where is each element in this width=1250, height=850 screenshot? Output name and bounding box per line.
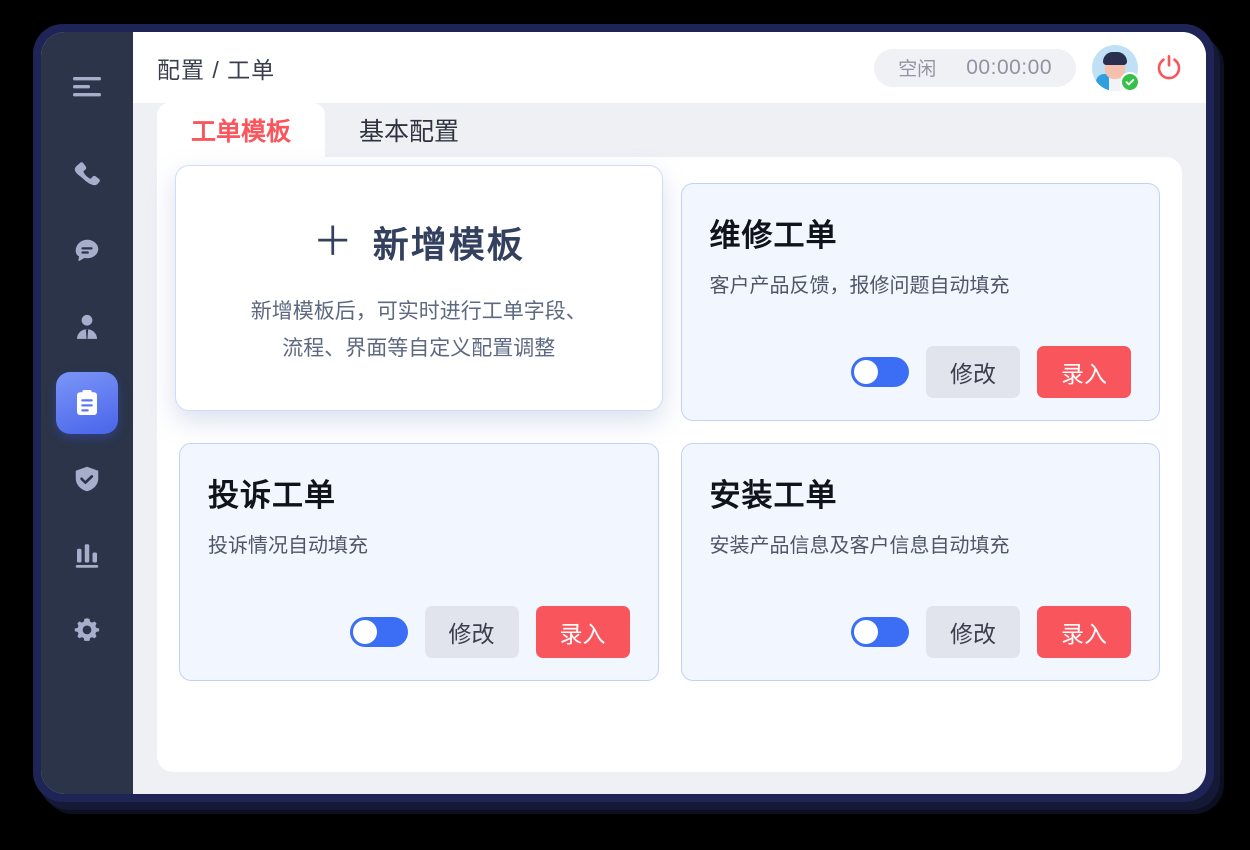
plus-icon: ＋: [312, 220, 355, 265]
content-panel: ＋ 新增模板 新增模板后，可实时进行工单字段、 流程、界面等自定义配置调整 维修…: [157, 157, 1182, 772]
chat-bubble-icon: [72, 236, 102, 266]
tab-ticket-template[interactable]: 工单模板: [157, 103, 326, 157]
sidebar-item-tickets[interactable]: [56, 372, 118, 434]
sidebar-item-reports[interactable]: [56, 524, 118, 586]
sidebar-item-quality[interactable]: [56, 448, 118, 510]
template-description: 客户产品反馈，报修问题自动填充: [709, 275, 1010, 297]
breadcrumb: 配置 / 工单: [157, 56, 276, 83]
template-card: 维修工单 客户产品反馈，报修问题自动填充 修改 录入: [680, 183, 1160, 421]
sidebar-item-calls[interactable]: [56, 144, 118, 206]
add-template-card[interactable]: ＋ 新增模板 新增模板后，可实时进行工单字段、 流程、界面等自定义配置调整: [175, 165, 663, 411]
template-description: 安装产品信息及客户信息自动填充: [709, 535, 1010, 557]
phone-icon: [72, 160, 102, 190]
sidebar-item-settings[interactable]: [56, 600, 118, 662]
app-body: 配置 / 工单 空闲 00:00:00 工单模板 基本配置 ＋ 新增模板 新增模…: [133, 32, 1206, 794]
template-card-grid: ＋ 新增模板 新增模板后，可实时进行工单字段、 流程、界面等自定义配置调整 维修…: [175, 165, 1160, 681]
status-label: 空闲: [898, 59, 937, 80]
power-icon[interactable]: [1154, 53, 1184, 83]
template-title: 维修工单: [709, 218, 838, 253]
status-timer: 00:00:00: [966, 55, 1052, 79]
template-card: 安装工单 安装产品信息及客户信息自动填充 修改 录入: [680, 443, 1160, 681]
enter-button[interactable]: 录入: [1037, 346, 1131, 398]
app-header: 配置 / 工单 空闲 00:00:00: [133, 32, 1206, 103]
template-enable-toggle[interactable]: [851, 357, 909, 387]
tab-basic-config[interactable]: 基本配置: [325, 103, 493, 157]
online-check-icon: [1120, 71, 1140, 92]
template-card: 投诉工单 投诉情况自动填充 修改 录入: [179, 443, 659, 681]
device-frame: 配置 / 工单 空闲 00:00:00 工单模板 基本配置 ＋ 新增模板 新增模…: [33, 24, 1214, 802]
add-template-title: ＋ 新增模板: [313, 216, 525, 268]
status-badge[interactable]: 空闲 00:00:00: [874, 48, 1076, 87]
hamburger-menu-icon: [72, 75, 102, 99]
app-window: 配置 / 工单 空闲 00:00:00 工单模板 基本配置 ＋ 新增模板 新增模…: [41, 32, 1206, 794]
edit-button[interactable]: 修改: [424, 606, 519, 658]
sidebar-item-menu[interactable]: [56, 56, 118, 118]
template-actions: 修改 录入: [710, 346, 1131, 398]
enter-button[interactable]: 录入: [535, 606, 630, 658]
template-actions: 修改 录入: [710, 606, 1131, 658]
template-description: 投诉情况自动填充: [208, 535, 368, 557]
edit-button[interactable]: 修改: [926, 606, 1020, 658]
template-actions: 修改 录入: [208, 606, 630, 658]
bar-chart-icon: [72, 540, 102, 570]
add-template-label: 新增模板: [372, 224, 525, 266]
enter-button[interactable]: 录入: [1037, 606, 1131, 658]
add-template-desc-line2: 流程、界面等自定义配置调整: [282, 337, 556, 360]
edit-button[interactable]: 修改: [926, 346, 1020, 398]
clipboard-icon: [72, 388, 102, 418]
sidebar-item-agents[interactable]: [56, 296, 118, 358]
gear-icon: [72, 616, 102, 646]
sidebar: [41, 32, 133, 794]
template-title: 安装工单: [709, 478, 838, 513]
template-title: 投诉工单: [208, 478, 336, 513]
shield-check-icon: [72, 464, 102, 494]
avatar[interactable]: [1092, 44, 1140, 92]
header-right: 空闲 00:00:00: [874, 44, 1184, 92]
add-template-desc-line1: 新增模板后，可实时进行工单字段、: [250, 300, 587, 324]
template-enable-toggle[interactable]: [851, 617, 909, 647]
tab-bar: 工单模板 基本配置: [133, 103, 1206, 157]
add-template-description: 新增模板后，可实时进行工单字段、 流程、界面等自定义配置调整: [251, 294, 587, 368]
template-enable-toggle[interactable]: [349, 617, 408, 647]
user-icon: [72, 312, 102, 342]
sidebar-item-messages[interactable]: [56, 220, 118, 282]
